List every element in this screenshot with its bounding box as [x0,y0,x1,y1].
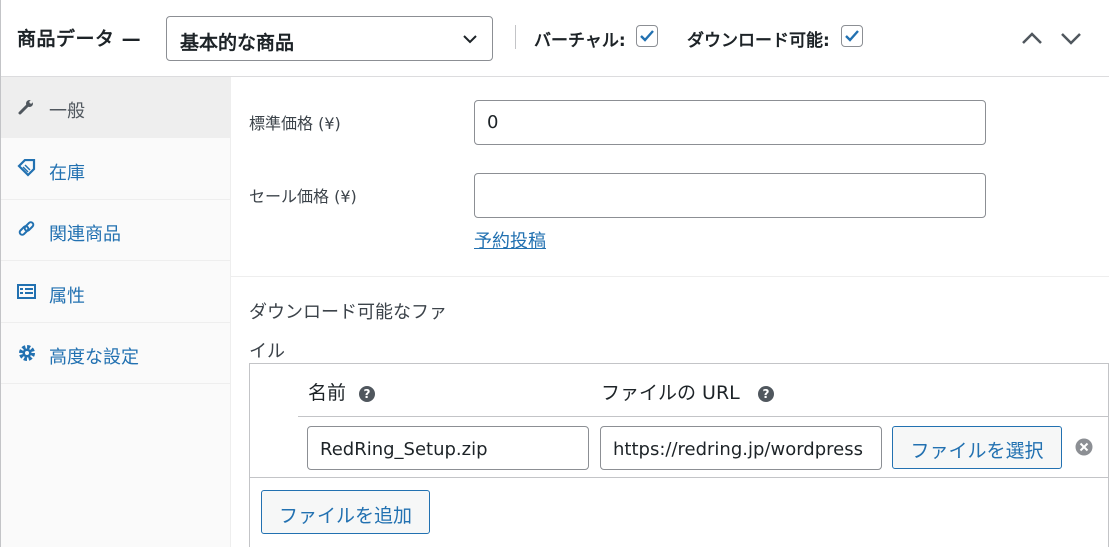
regular-price-label: 標準価格 (¥) [249,114,341,133]
list-table-icon [17,284,36,299]
tab-label: 在庫 [49,163,85,184]
product-data-tabs: 一般 在庫 関連商品 属性 高度な設定 [1,77,231,547]
help-icon[interactable]: ? [359,386,375,402]
checkmark-icon [640,30,654,42]
gear-icon [19,345,35,361]
link-icon [18,221,35,236]
choose-file-button-label: ファイルを選択 [910,440,1044,462]
tab-label: 属性 [49,286,85,307]
tab-linked-products[interactable]: 関連商品 [1,200,230,261]
tab-label: 一般 [49,101,85,122]
product-type-value: 基本的な商品 [180,32,295,54]
column-header-url: ファイルの URL [601,382,740,404]
sale-price-input[interactable] [474,173,986,218]
checkmark-icon [845,30,859,42]
add-file-button-label: ファイルを追加 [278,505,412,527]
tab-attributes[interactable]: 属性 [1,262,230,323]
regular-price-input[interactable]: 0 [474,100,986,145]
tag-icon [17,159,36,177]
help-icon[interactable]: ? [758,386,774,402]
header-divider [515,25,516,49]
file-url-value: https://redring.jp/wordpress [613,439,863,460]
regular-price-value: 0 [487,112,499,133]
downloadable-label: ダウンロード可能: [687,31,830,51]
chevron-down-icon [463,35,477,44]
tab-label: 関連商品 [49,224,121,245]
choose-file-button[interactable]: ファイルを選択 [892,426,1062,469]
tab-label: 高度な設定 [49,347,139,368]
downloadable-files-label-cont: イル [249,341,285,362]
file-name-value: RedRing_Setup.zip [320,439,488,460]
product-type-select[interactable]: 基本的な商品 [166,16,493,61]
product-data-header: 商品データ — 基本的な商品 バーチャル: ダウンロード可能: [1,0,1109,77]
downloadable-files-label: ダウンロード可能なファ [249,302,447,323]
delete-icon[interactable] [1075,438,1093,456]
chevron-down-icon[interactable] [1060,29,1082,47]
downloadable-checkbox[interactable] [841,25,863,47]
schedule-link[interactable]: 予約投稿 [474,227,546,253]
column-header-name: 名前 [308,382,347,404]
tab-inventory[interactable]: 在庫 [1,139,230,200]
virtual-label: バーチャル: [534,31,626,51]
sale-price-label: セール価格 (¥) [249,187,357,206]
table-footer-divider [250,477,1109,478]
product-data-panel: 商品データ — 基本的な商品 バーチャル: ダウンロード可能: 一般 在庫 関連… [0,0,1109,547]
chevron-up-icon[interactable] [1021,29,1043,47]
wrench-icon [18,100,33,115]
panel-title: 商品データ — [17,28,142,50]
table-divider [298,416,1109,417]
file-url-input[interactable]: https://redring.jp/wordpress [600,426,882,470]
section-divider [231,276,1109,277]
file-name-input[interactable]: RedRing_Setup.zip [307,426,589,470]
virtual-checkbox[interactable] [636,25,658,47]
tab-general[interactable]: 一般 [1,77,230,138]
add-file-button[interactable]: ファイルを追加 [261,490,430,534]
tab-advanced[interactable]: 高度な設定 [1,323,230,384]
